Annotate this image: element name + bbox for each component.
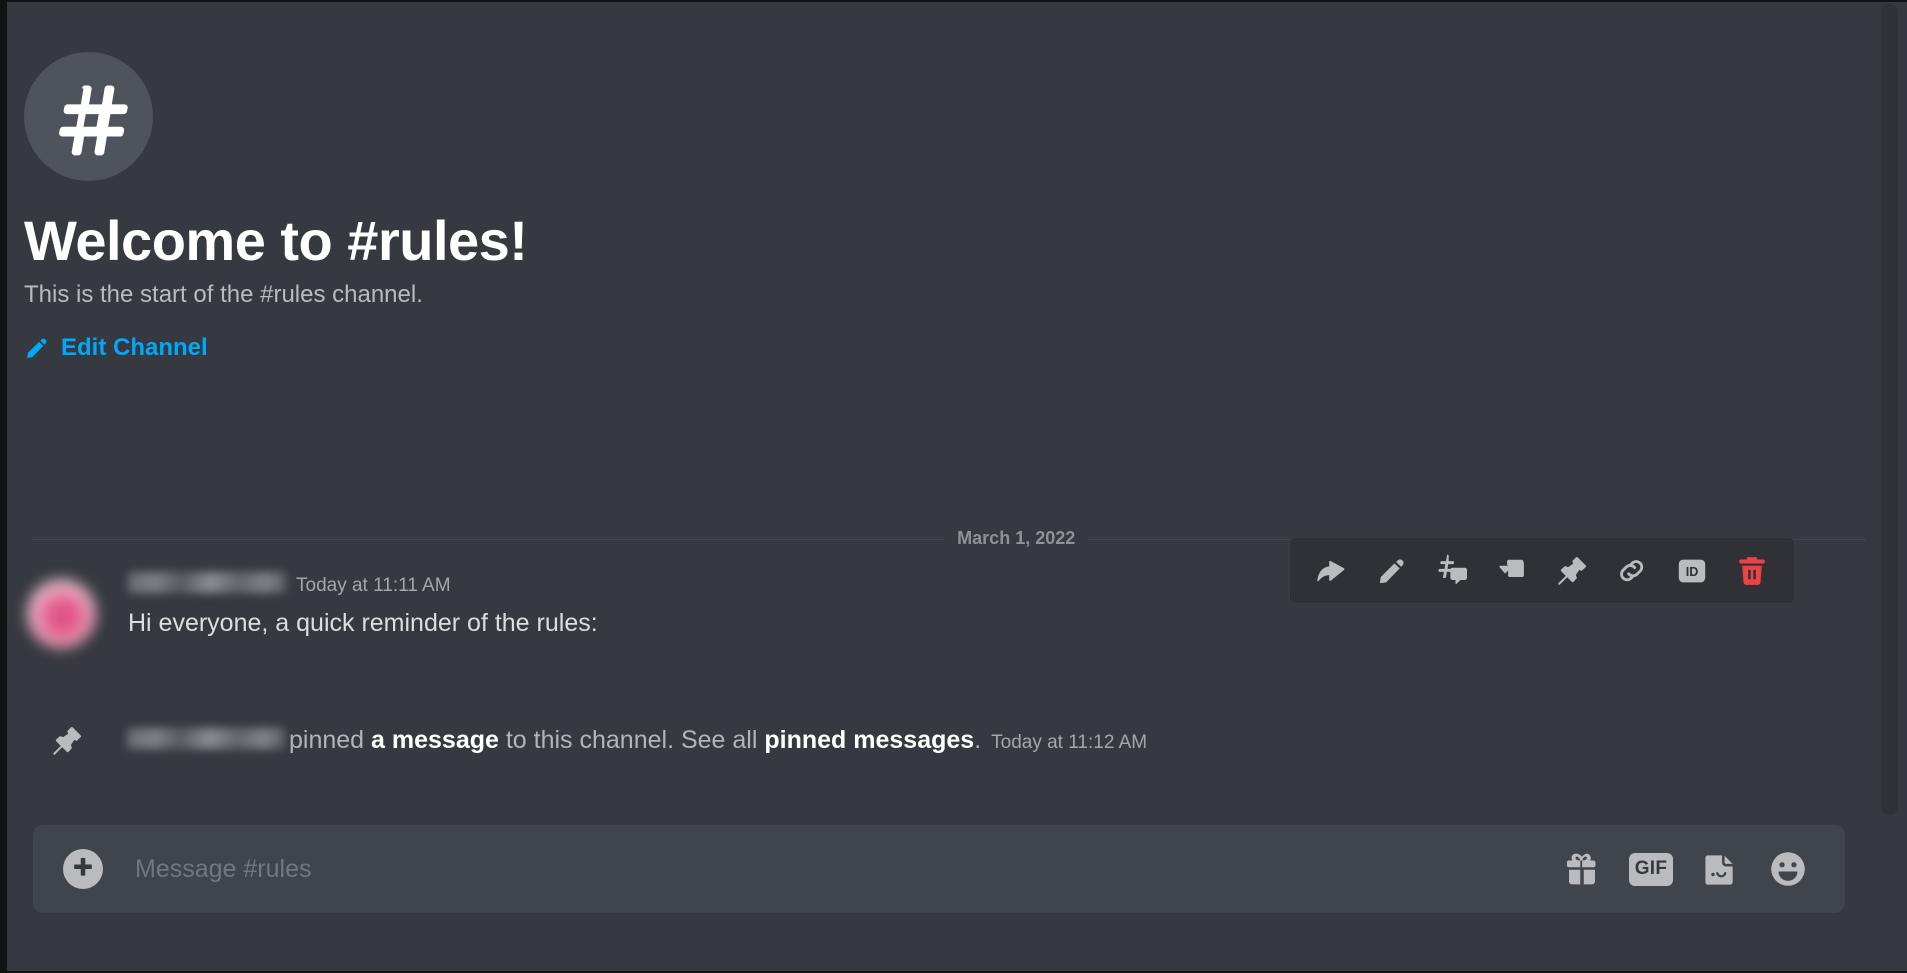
message-content: Hi everyone, a quick reminder of the rul… (128, 609, 598, 637)
pinned-system-message-text: pinned a message to this channel. See al… (127, 723, 1147, 760)
copy-id-icon: ID (1674, 553, 1710, 589)
pin-timestamp: Today at 11:12 AM (991, 731, 1148, 753)
pencil-icon (24, 335, 50, 361)
copy-link-icon (1615, 554, 1649, 588)
pin-text-middle: to this channel. See all (505, 725, 758, 754)
sticker-button[interactable] (1701, 850, 1739, 888)
gift-button[interactable] (1563, 850, 1601, 888)
gif-icon: GIF (1629, 852, 1673, 886)
pin-text-before: pinned (289, 725, 365, 754)
copy-id-button[interactable]: ID (1662, 539, 1722, 602)
scrollbar-thumb[interactable] (1881, 4, 1898, 812)
channel-intro-header: Welcome to #rules! This is the start of … (24, 52, 1624, 366)
crosspost-icon (1434, 553, 1470, 589)
attach-file-button[interactable] (63, 849, 103, 889)
svg-text:ID: ID (1686, 565, 1699, 579)
date-divider-label: March 1, 2022 (957, 527, 1076, 548)
emoji-button[interactable] (1767, 848, 1809, 890)
pin-message-button[interactable] (1542, 539, 1602, 602)
mark-unread-button[interactable] (1482, 539, 1542, 602)
message-author-redacted[interactable] (128, 572, 286, 593)
pin-text-after: . (974, 725, 982, 754)
pinned-system-message-row[interactable]: pinned a message to this channel. See al… (7, 717, 1907, 765)
edit-pencil-icon (1376, 555, 1408, 587)
delete-trash-icon (1735, 554, 1769, 588)
sticker-icon (1701, 850, 1739, 888)
message-timestamp: Today at 11:11 AM (296, 575, 451, 596)
page-title: Welcome to #rules! (24, 209, 528, 272)
emoji-icon (1767, 848, 1809, 890)
channel-intro-text: This is the start of the #rules channel. (24, 281, 423, 308)
date-divider-rule-left (31, 538, 946, 540)
pinned-messages-link[interactable]: pinned messages (764, 723, 974, 757)
scrollbar-track[interactable] (1881, 4, 1898, 815)
copy-message-link-button[interactable] (1602, 539, 1662, 602)
pin-author-redacted[interactable] (127, 727, 285, 749)
edit-channel-button[interactable]: Edit Channel (24, 334, 208, 362)
reply-icon (1315, 554, 1349, 588)
edit-channel-label: Edit Channel (61, 334, 208, 361)
plus-circle-icon (70, 854, 96, 885)
edit-message-button[interactable] (1362, 539, 1422, 602)
pin-icon (7, 724, 127, 758)
publish-message-button[interactable] (1422, 539, 1482, 602)
gift-icon (1563, 850, 1601, 888)
pinned-message-link[interactable]: a message (371, 723, 499, 757)
hash-icon (24, 52, 153, 181)
mark-unread-icon (1495, 554, 1529, 588)
channel-message-scroller[interactable]: Welcome to #rules! This is the start of … (7, 2, 1907, 817)
reply-button[interactable] (1302, 539, 1362, 602)
delete-message-button[interactable] (1722, 539, 1782, 602)
discord-app-window: Welcome to #rules! This is the start of … (0, 0, 1907, 973)
composer-actions: GIF (1563, 848, 1809, 890)
avatar[interactable] (27, 579, 96, 648)
pin-icon (1555, 554, 1589, 588)
message-hover-toolbar[interactable]: ID (1289, 537, 1795, 604)
gif-button[interactable]: GIF (1629, 852, 1673, 886)
message-input[interactable] (133, 848, 1563, 890)
message-composer[interactable]: GIF (33, 825, 1845, 913)
